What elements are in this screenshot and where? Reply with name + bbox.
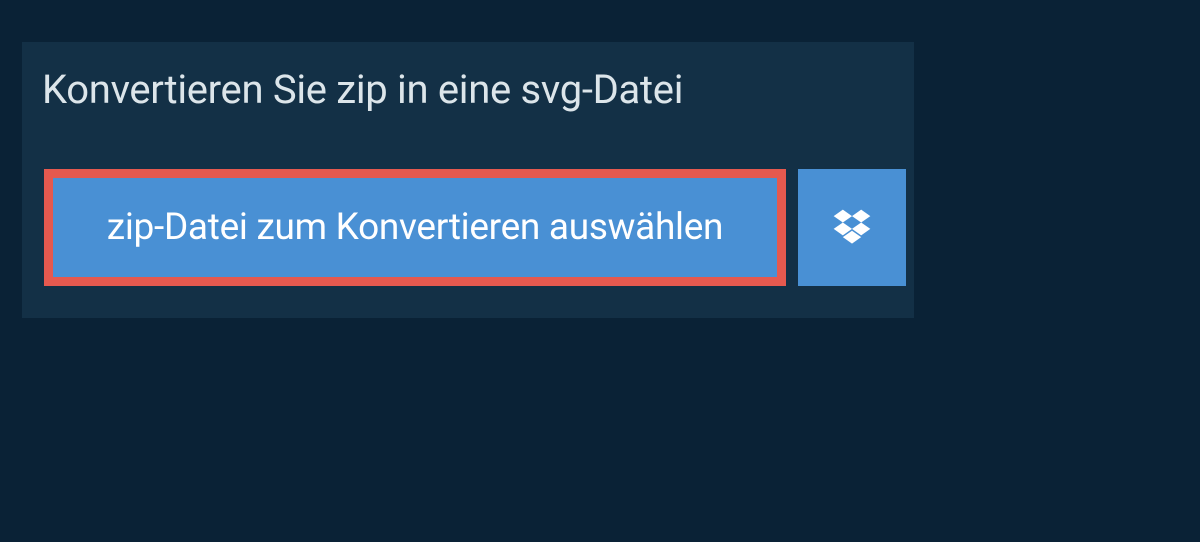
file-select-button[interactable]: zip-Datei zum Konvertieren auswählen: [44, 169, 786, 286]
converter-panel: Konvertieren Sie zip in eine svg-Datei z…: [22, 42, 914, 318]
page-title: Konvertieren Sie zip in eine svg-Datei: [42, 66, 732, 113]
title-bar: Konvertieren Sie zip in eine svg-Datei: [22, 42, 764, 137]
file-select-label: zip-Datei zum Konvertieren auswählen: [107, 206, 723, 249]
dropbox-button[interactable]: [798, 169, 906, 286]
dropbox-icon: [830, 206, 874, 250]
upload-area: zip-Datei zum Konvertieren auswählen: [22, 137, 914, 318]
